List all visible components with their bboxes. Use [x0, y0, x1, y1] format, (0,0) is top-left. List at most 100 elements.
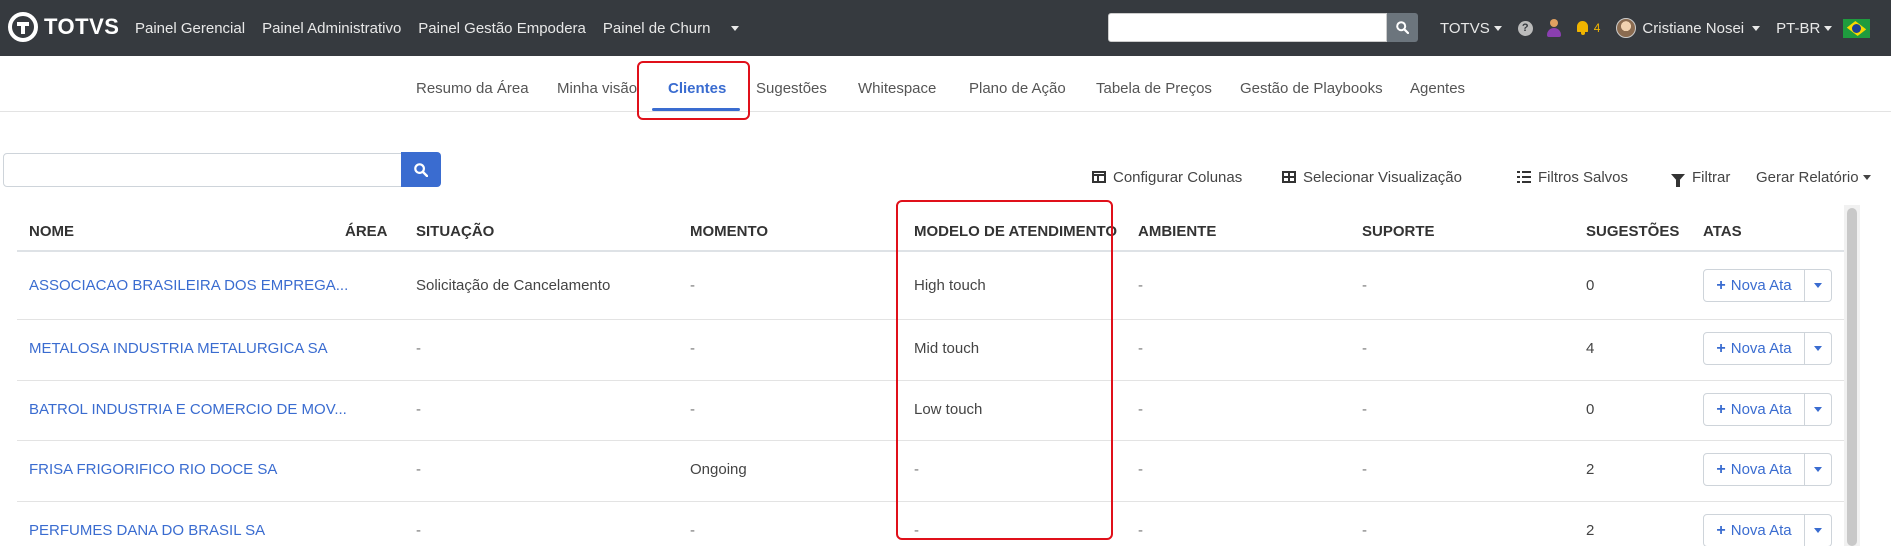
- ambiente-cell: -: [1138, 340, 1143, 357]
- language-label: PT-BR: [1776, 19, 1821, 37]
- select-view-button[interactable]: Selecionar Visualização: [1282, 168, 1462, 186]
- nova-ata-dropdown-toggle[interactable]: [1805, 393, 1832, 426]
- nav-dropdown-painel-churn[interactable]: Painel de Churn: [603, 20, 740, 37]
- ambiente-cell: -: [1138, 461, 1143, 478]
- ambiente-cell: -: [1138, 401, 1143, 418]
- nova-ata-dropdown-toggle[interactable]: [1805, 332, 1832, 365]
- clients-search-button[interactable]: [401, 152, 441, 187]
- nova-ata-button-group: + Nova Ata: [1703, 453, 1832, 486]
- chevron-down-icon: [1824, 26, 1833, 32]
- filter-icon: [1671, 174, 1685, 187]
- top-navbar: TOTVS Painel Gerencial Painel Administra…: [0, 0, 1891, 56]
- nova-ata-button[interactable]: + Nova Ata: [1703, 332, 1805, 365]
- company-dropdown[interactable]: TOTVS: [1440, 20, 1502, 37]
- nova-ata-dropdown-toggle[interactable]: [1805, 514, 1832, 546]
- generate-report-dropdown[interactable]: Gerar Relatório: [1756, 168, 1871, 186]
- nova-ata-button-group: + Nova Ata: [1703, 332, 1832, 365]
- client-name-link[interactable]: METALOSA INDUSTRIA METALURGICA SA: [29, 340, 328, 357]
- momento-cell: -: [690, 277, 695, 294]
- ambiente-cell: -: [1138, 277, 1143, 294]
- momento-cell: -: [690, 340, 695, 357]
- top-nav-links: Painel Gerencial Painel Administrativo P…: [135, 0, 756, 56]
- nova-ata-dropdown-toggle[interactable]: [1805, 269, 1832, 302]
- table-scrollbar-thumb[interactable]: [1847, 208, 1857, 546]
- nova-ata-button[interactable]: + Nova Ata: [1703, 453, 1805, 486]
- bell-icon[interactable]: [1576, 21, 1589, 35]
- sugestoes-cell: 2: [1586, 461, 1595, 478]
- column-header-ambiente[interactable]: AMBIENTE: [1138, 223, 1216, 240]
- client-name-link[interactable]: PERFUMES DANA DO BRASIL SA: [29, 522, 265, 539]
- suporte-cell: -: [1362, 522, 1367, 539]
- plus-icon: +: [1716, 400, 1726, 418]
- client-name-link[interactable]: BATROL INDUSTRIA E COMERCIO DE MOV...: [29, 401, 347, 418]
- chevron-down-icon: [1493, 26, 1502, 32]
- column-header-situacao[interactable]: SITUAÇÃO: [416, 223, 494, 240]
- language-dropdown[interactable]: PT-BR: [1776, 19, 1833, 37]
- chevron-down-icon: [1814, 528, 1822, 533]
- navbar-search-button[interactable]: [1387, 13, 1418, 42]
- tab-plano-acao[interactable]: Plano de Ação: [969, 56, 1066, 112]
- suporte-cell: -: [1362, 401, 1367, 418]
- momento-cell: Ongoing: [690, 461, 747, 478]
- column-header-atas[interactable]: ATAS: [1703, 223, 1742, 240]
- highlight-box-clientes-tab: [637, 61, 750, 120]
- select-view-label: Selecionar Visualização: [1303, 168, 1462, 186]
- nova-ata-button[interactable]: + Nova Ata: [1703, 269, 1805, 302]
- chevron-down-icon: [731, 26, 740, 32]
- tab-sugestoes[interactable]: Sugestões: [756, 56, 827, 112]
- tab-tabela-precos[interactable]: Tabela de Preços: [1096, 56, 1212, 112]
- suporte-cell: -: [1362, 461, 1367, 478]
- chevron-down-icon: [1814, 283, 1822, 288]
- configure-columns-button[interactable]: Configurar Colunas: [1092, 168, 1242, 186]
- suporte-cell: -: [1362, 340, 1367, 357]
- nav-link-painel-gerencial[interactable]: Painel Gerencial: [135, 20, 245, 37]
- plus-icon: +: [1716, 339, 1726, 357]
- momento-cell: -: [690, 522, 695, 539]
- situacao-cell: -: [416, 461, 421, 478]
- company-dropdown-label: TOTVS: [1440, 19, 1490, 37]
- saved-filters-button[interactable]: Filtros Salvos: [1517, 168, 1628, 186]
- nav-link-painel-administrativo[interactable]: Painel Administrativo: [262, 20, 401, 37]
- nav-link-painel-gestao-empodera[interactable]: Painel Gestão Empodera: [418, 20, 586, 37]
- tab-gestao-playbooks[interactable]: Gestão de Playbooks: [1240, 56, 1383, 112]
- tab-resumo-area[interactable]: Resumo da Área: [416, 56, 529, 112]
- user-avatar[interactable]: [1616, 18, 1637, 38]
- sugestoes-cell: 0: [1586, 277, 1595, 294]
- column-header-momento[interactable]: MOMENTO: [690, 223, 768, 240]
- help-icon[interactable]: ?: [1517, 20, 1533, 36]
- user-dropdown[interactable]: Cristiane Nosei: [1642, 19, 1761, 37]
- navbar-search-input[interactable]: [1108, 13, 1387, 42]
- chevron-down-icon: [1814, 407, 1822, 412]
- nova-ata-button[interactable]: + Nova Ata: [1703, 514, 1805, 546]
- column-header-suporte[interactable]: SUPORTE: [1362, 223, 1435, 240]
- tab-whitespace[interactable]: Whitespace: [858, 56, 936, 112]
- column-header-sugestoes[interactable]: SUGESTÕES: [1586, 223, 1679, 240]
- columns-icon: [1092, 171, 1106, 183]
- filter-label: Filtrar: [1692, 168, 1731, 186]
- nova-ata-label: Nova Ata: [1730, 401, 1792, 418]
- column-header-nome[interactable]: NOME: [29, 223, 74, 240]
- agent-avatar-icon[interactable]: [1546, 19, 1562, 37]
- client-name-link[interactable]: ASSOCIACAO BRASILEIRA DOS EMPREGA...: [29, 277, 348, 294]
- momento-cell: -: [690, 401, 695, 418]
- client-name-link[interactable]: FRISA FRIGORIFICO RIO DOCE SA: [29, 461, 277, 478]
- list-icon: [1517, 171, 1531, 183]
- brazil-flag-icon: [1843, 18, 1871, 38]
- tab-minha-visao[interactable]: Minha visão: [557, 56, 637, 112]
- tab-agentes[interactable]: Agentes: [1410, 56, 1465, 112]
- nova-ata-button-group: + Nova Ata: [1703, 514, 1832, 546]
- ambiente-cell: -: [1138, 522, 1143, 539]
- totvs-logo[interactable]: TOTVS: [8, 12, 119, 42]
- situacao-cell: Solicitação de Cancelamento: [416, 277, 611, 294]
- nova-ata-dropdown-toggle[interactable]: [1805, 453, 1832, 486]
- search-icon: [1396, 21, 1409, 34]
- clients-search-input[interactable]: [3, 153, 402, 187]
- user-name: Cristiane Nosei: [1642, 19, 1745, 37]
- column-header-area[interactable]: ÁREA: [345, 223, 388, 240]
- filter-button[interactable]: Filtrar: [1671, 168, 1731, 187]
- sugestoes-cell: 0: [1586, 401, 1595, 418]
- sugestoes-cell: 2: [1586, 522, 1595, 539]
- nova-ata-button[interactable]: + Nova Ata: [1703, 393, 1805, 426]
- nova-ata-label: Nova Ata: [1730, 522, 1792, 539]
- situacao-cell: -: [416, 340, 421, 357]
